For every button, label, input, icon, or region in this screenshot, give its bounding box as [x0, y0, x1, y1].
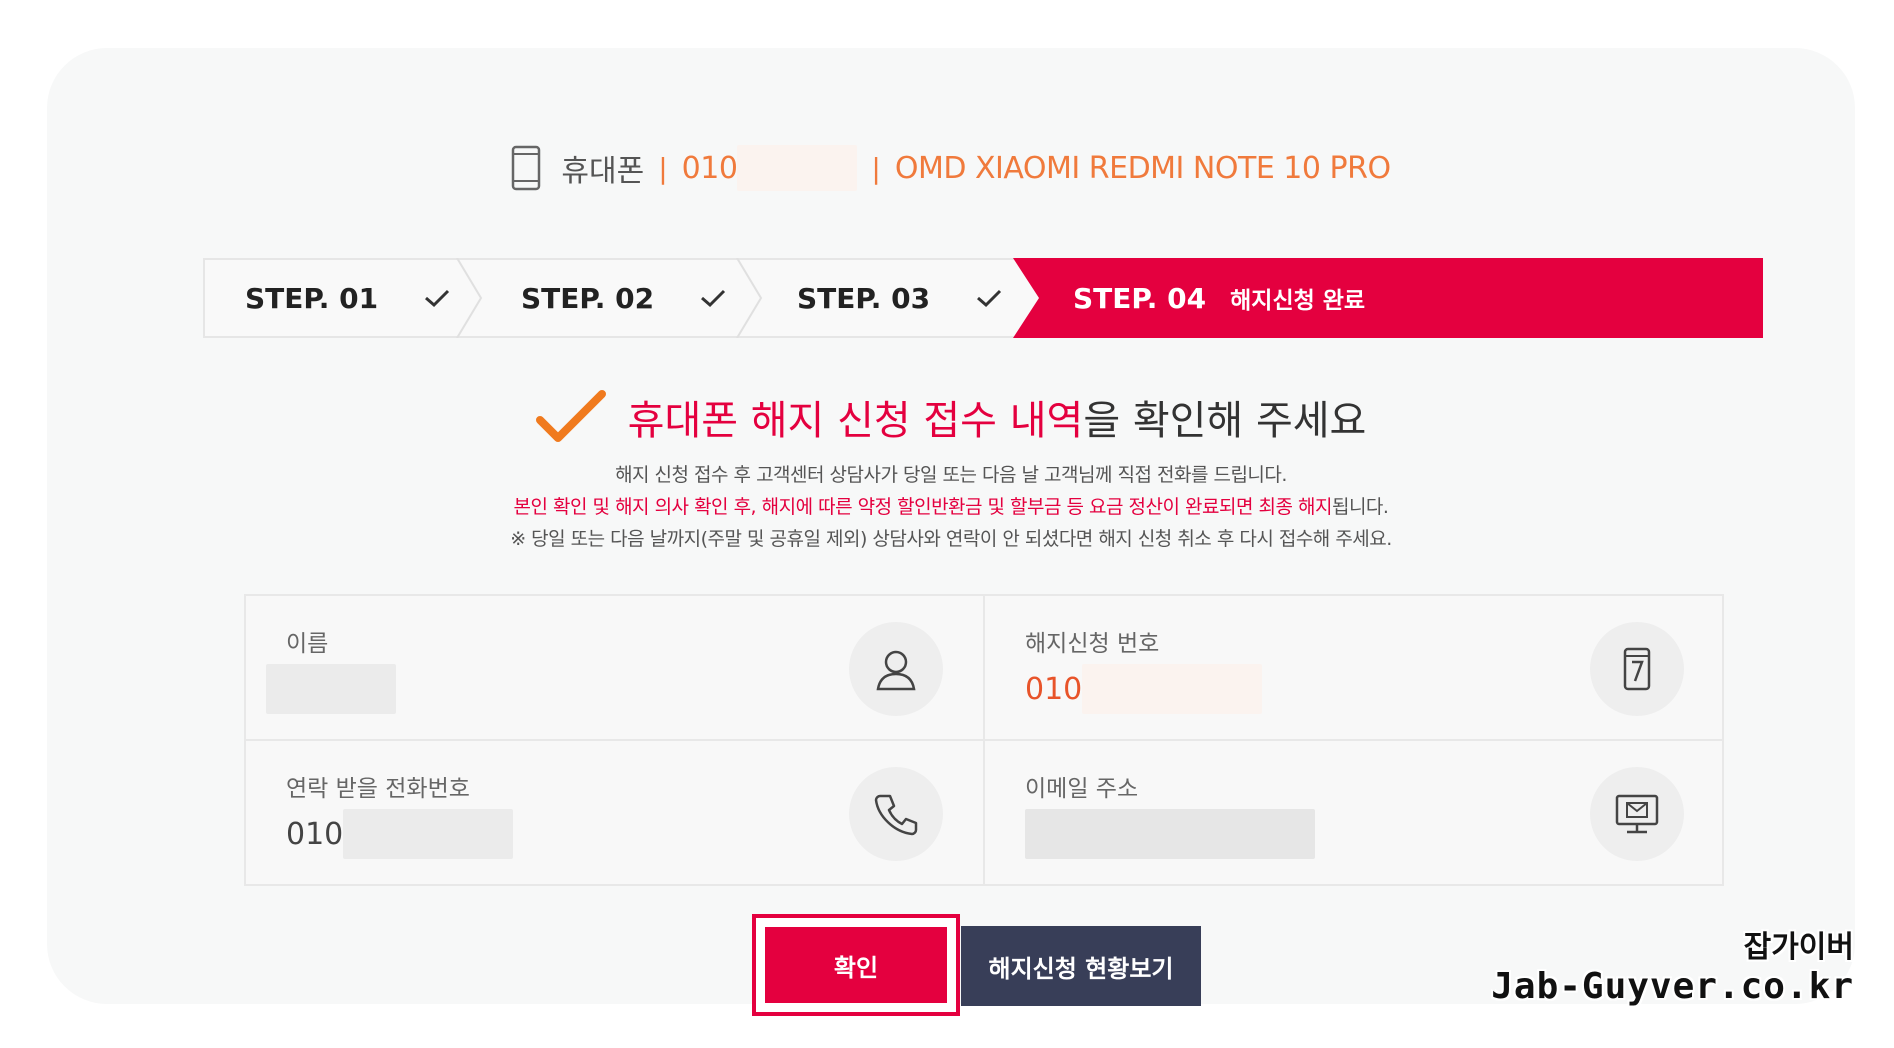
step-divider-arrow	[456, 258, 483, 338]
step-04-active: STEP. 04 해지신청 완료	[1013, 258, 1763, 338]
title-highlight: 휴대폰 해지 신청 접수 내역	[627, 398, 1084, 444]
step-progress-bar: STEP. 01 STEP. 02 STEP. 03 STEP. 04 해지신청…	[203, 258, 1763, 338]
step-01-label: STEP. 01	[245, 281, 379, 315]
description-line-2-red: 본인 확인 및 해지 의사 확인 후, 해지에 따른 약정 할인반환금 및 할부…	[513, 496, 1333, 518]
masked-phone-number	[737, 145, 858, 191]
request-number-prefix: 010	[1025, 671, 1083, 707]
check-icon	[425, 289, 450, 308]
masked-email	[1025, 809, 1315, 859]
description-line-1: 해지 신청 접수 후 고객센터 상담사가 당일 또는 다음 날 고객님께 직접 …	[615, 464, 1287, 486]
title-rest: 을 확인해 주세요	[1083, 398, 1367, 444]
name-label: 이름	[286, 631, 329, 657]
request-number-value: 010	[1025, 664, 1263, 714]
view-status-button[interactable]: 해지신청 현황보기	[961, 926, 1201, 1006]
description-line-3: ※ 당일 또는 다음 날까지(주말 및 공휴일 제외) 상담사와 연락이 안 되…	[510, 528, 1392, 550]
step-04-label: STEP. 04	[1073, 281, 1207, 315]
masked-request-number	[1082, 664, 1263, 714]
name-cell: 이름	[246, 596, 985, 741]
contact-phone-cell: 연락 받을 전화번호 010	[246, 741, 985, 886]
masked-name	[266, 664, 396, 714]
email-cell: 이메일 주소	[985, 741, 1724, 886]
telephone-icon	[874, 794, 918, 836]
header-separator-2: |	[871, 151, 881, 185]
step-03: STEP. 03	[797, 260, 1002, 336]
orange-check-icon	[535, 390, 606, 442]
person-icon	[876, 650, 916, 691]
content-card: 휴대폰 | 010 | OMD XIAOMI REDMI NOTE 10 PRO…	[47, 48, 1855, 1016]
device-label: 휴대폰	[561, 154, 645, 189]
check-icon	[701, 289, 726, 308]
check-icon	[977, 289, 1002, 308]
info-grid: 이름 해지신청 번호 010 연락 받을 전화번호 010 이메일 주소	[244, 594, 1724, 886]
mobile-phone-icon	[512, 145, 541, 191]
step-04-sub: 해지신청 완료	[1230, 288, 1366, 314]
name-value	[266, 664, 396, 714]
contact-phone-prefix: 010	[286, 816, 344, 852]
phone-number-icon-badge	[1590, 622, 1684, 716]
email-label: 이메일 주소	[1025, 776, 1139, 802]
device-model: OMD XIAOMI REDMI NOTE 10 PRO	[894, 150, 1391, 186]
watermark-url: Jab-Guyver.co.kr	[1491, 966, 1854, 1007]
request-number-cell: 해지신청 번호 010	[985, 596, 1724, 741]
confirm-button[interactable]: 확인	[765, 927, 947, 1003]
step-03-label: STEP. 03	[797, 281, 931, 315]
mobile-number-icon	[1623, 647, 1651, 691]
watermark-korean: 잡가이버	[1743, 930, 1854, 965]
step-01: STEP. 01	[245, 260, 450, 336]
step-02: STEP. 02	[521, 260, 726, 336]
monitor-mail-icon	[1615, 794, 1659, 834]
header-phone-prefix: 010	[681, 150, 738, 186]
request-number-label: 해지신청 번호	[1025, 631, 1160, 657]
contact-phone-value: 010	[286, 809, 514, 859]
step-divider-arrow	[736, 258, 763, 338]
phone-icon-badge	[849, 767, 943, 861]
masked-contact-phone	[343, 809, 514, 859]
description-line-2-end: 됩니다.	[1331, 496, 1389, 518]
description-line-2: 본인 확인 및 해지 의사 확인 후, 해지에 따른 약정 할인반환금 및 할부…	[47, 492, 1855, 519]
page-title: 휴대폰 해지 신청 접수 내역 을 확인해 주세요	[47, 384, 1855, 450]
device-info-line: 휴대폰 | 010 | OMD XIAOMI REDMI NOTE 10 PRO	[47, 140, 1855, 196]
step-02-label: STEP. 02	[521, 281, 655, 315]
monitor-icon-badge	[1590, 767, 1684, 861]
person-icon-badge	[849, 622, 943, 716]
contact-phone-label: 연락 받을 전화번호	[286, 776, 470, 802]
email-value	[1025, 809, 1315, 859]
watermark: 잡가이버 Jab-Guyver.co.kr	[1491, 930, 1854, 1008]
confirm-button-highlight: 확인	[752, 914, 960, 1016]
header-separator: |	[658, 151, 668, 185]
